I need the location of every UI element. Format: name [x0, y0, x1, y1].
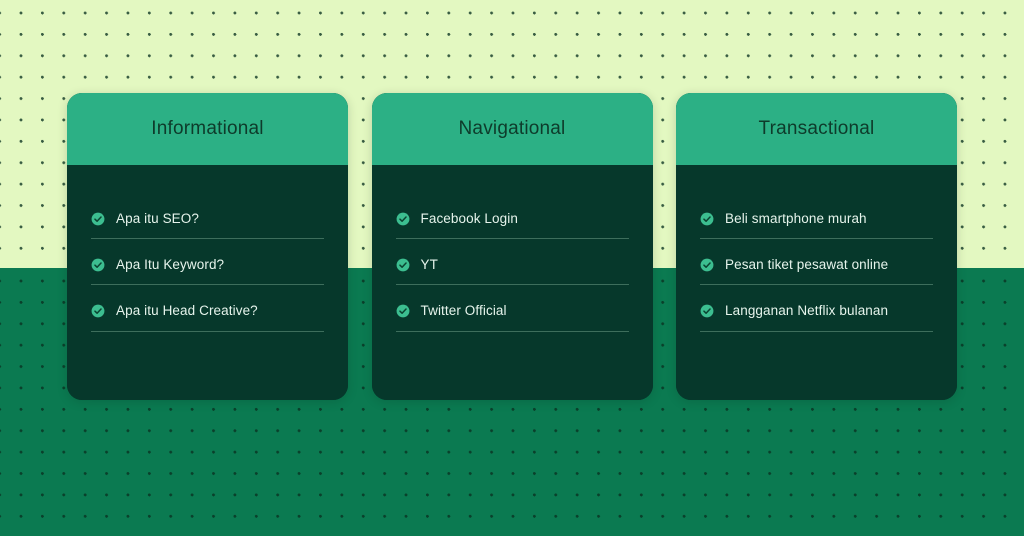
list-item[interactable]: YT	[395, 257, 629, 286]
card-body: Beli smartphone murah Pesan tiket pesawa…	[676, 165, 957, 400]
card-header: Transactional	[676, 93, 957, 165]
card-body: Facebook Login YT Twitter Official	[371, 165, 653, 400]
check-circle-icon	[700, 212, 714, 226]
list-item-label: Apa itu SEO?	[116, 211, 199, 226]
intent-card-transactional[interactable]: Transactional Beli smartphone murah Pesa	[676, 93, 957, 400]
list-item-label: Apa itu Head Creative?	[116, 303, 258, 319]
list-item-label: Twitter Official	[420, 303, 507, 319]
intent-card-navigational[interactable]: Navigational Facebook Login YT Twitter O…	[371, 93, 653, 400]
check-circle-icon	[91, 258, 105, 272]
card-title: Navigational	[458, 118, 566, 139]
keyword-list: Apa itu SEO? Apa Itu Keyword? Apa itu He…	[91, 211, 324, 332]
check-circle-icon	[91, 212, 105, 226]
check-circle-icon	[700, 258, 714, 272]
intent-card-group: Informational Apa itu SEO? Apa Itu Keywo	[67, 93, 957, 400]
check-circle-icon	[396, 212, 409, 226]
card-body: Apa itu SEO? Apa Itu Keyword? Apa itu He…	[67, 165, 348, 400]
list-item[interactable]: Pesan tiket pesawat online	[700, 257, 933, 286]
list-item-label: Beli smartphone murah	[725, 211, 867, 226]
list-item[interactable]: Facebook Login	[395, 211, 629, 240]
intent-card-informational[interactable]: Informational Apa itu SEO? Apa Itu Keywo	[67, 93, 348, 400]
list-item-label: Facebook Login	[420, 211, 518, 226]
list-item-label: Pesan tiket pesawat online	[725, 257, 889, 273]
check-circle-icon	[396, 305, 409, 318]
list-item[interactable]: Langganan Netflix bulanan	[700, 303, 933, 332]
check-circle-icon	[700, 305, 714, 318]
check-circle-icon	[91, 305, 105, 318]
list-item[interactable]: Beli smartphone murah	[700, 211, 933, 240]
card-header: Navigational	[371, 93, 653, 165]
list-item[interactable]: Apa Itu Keyword?	[91, 257, 324, 286]
keyword-list: Facebook Login YT Twitter Official	[395, 211, 629, 332]
list-item-label: Apa Itu Keyword?	[116, 257, 225, 273]
card-title: Transactional	[758, 118, 875, 139]
list-item[interactable]: Twitter Official	[395, 303, 629, 332]
list-item-label: Langganan Netflix bulanan	[725, 303, 889, 319]
list-item[interactable]: Apa itu SEO?	[91, 211, 324, 240]
list-item-label: YT	[420, 257, 438, 273]
check-circle-icon	[396, 258, 409, 272]
card-title: Informational	[151, 118, 264, 139]
keyword-list: Beli smartphone murah Pesan tiket pesawa…	[700, 211, 933, 332]
list-item[interactable]: Apa itu Head Creative?	[91, 303, 324, 332]
card-header: Informational	[67, 93, 348, 165]
